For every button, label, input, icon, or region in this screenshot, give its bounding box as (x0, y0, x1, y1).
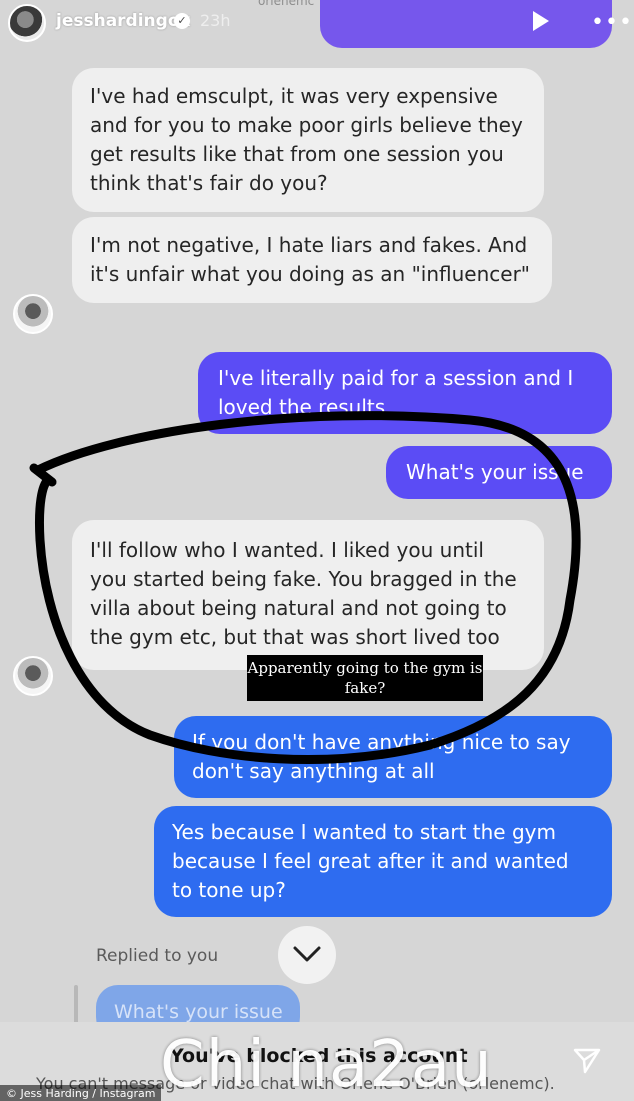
message-outgoing: If you don't have anything nice to say d… (174, 716, 612, 798)
send-icon[interactable] (572, 1046, 602, 1074)
message-incoming: I'm not negative, I hate liars and fakes… (72, 217, 552, 303)
message-outgoing: Yes because I wanted to start the gym be… (154, 806, 612, 917)
chevron-down-icon (293, 946, 321, 962)
story-caption: Apparently going to the gym is fake? (247, 655, 483, 701)
message-outgoing: What's your issue (386, 446, 612, 499)
username[interactable]: jesshardingox (56, 11, 190, 31)
story-header: jesshardingox ✓ 23h ••• (0, 0, 634, 46)
reply-indicator (74, 985, 78, 1027)
message-incoming: I'll follow who I wanted. I liked you un… (72, 520, 544, 670)
sender-avatar[interactable] (13, 656, 53, 696)
more-icon[interactable]: ••• (591, 10, 633, 35)
scroll-down-button[interactable] (278, 926, 336, 984)
dm-screenshot: orlenemc jesshardingox ✓ 23h ••• I've ha… (0, 0, 634, 1101)
photo-credit: © Jess Harding / Instagram (0, 1085, 162, 1101)
watermark: Chi na2au (160, 1028, 493, 1101)
message-outgoing: I've literally paid for a session and I … (198, 352, 612, 434)
profile-avatar[interactable] (8, 4, 46, 42)
post-time: 23h (200, 11, 231, 30)
replied-label: Replied to you (96, 946, 219, 966)
play-icon[interactable] (533, 11, 549, 31)
sender-avatar[interactable] (13, 294, 53, 334)
check-icon: ✓ (174, 13, 190, 29)
message-incoming: I've had emsculpt, it was very expensive… (72, 68, 544, 212)
